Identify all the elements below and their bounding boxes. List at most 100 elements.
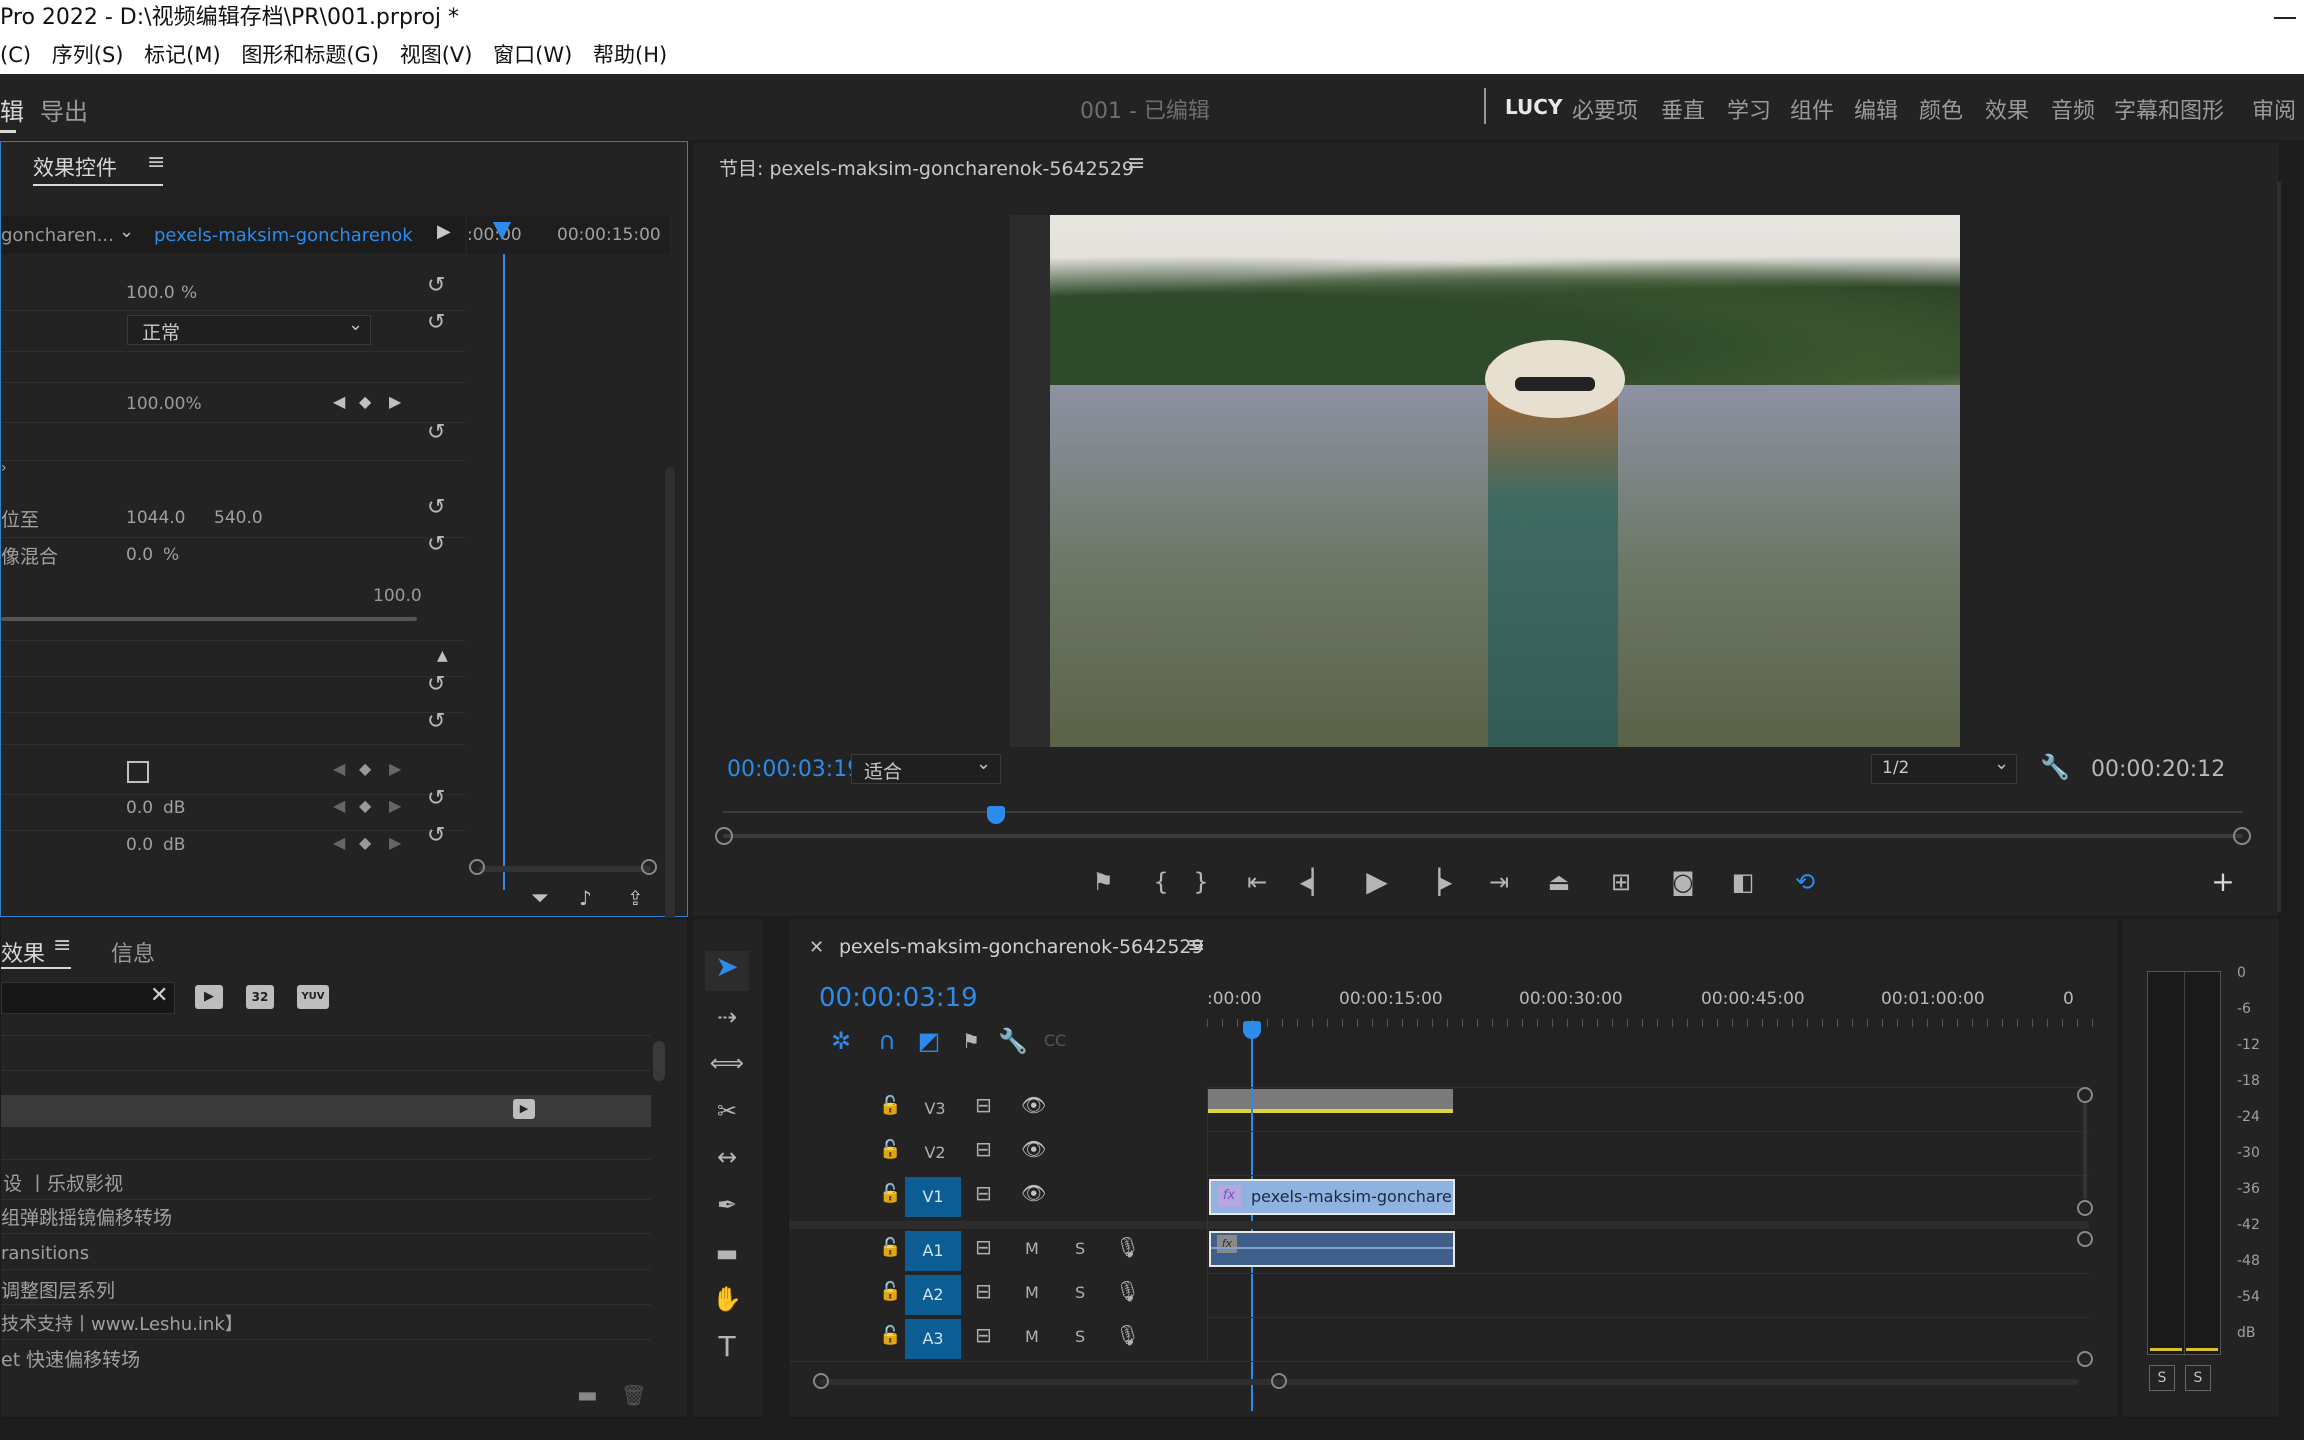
zoom-handle-right[interactable]: [1271, 1373, 1287, 1389]
sync-lock-icon[interactable]: ⊟: [975, 1323, 992, 1347]
tab-effects[interactable]: 效果: [1, 936, 45, 968]
mark-out-icon[interactable]: }: [1185, 866, 1217, 898]
wrench-icon[interactable]: 🔧: [2040, 753, 2070, 781]
prev-keyframe-icon[interactable]: ◀: [333, 392, 345, 411]
type-tool-icon[interactable]: T: [705, 1331, 749, 1363]
prev-keyframe-icon[interactable]: ◀: [333, 759, 345, 778]
timeline-playhead[interactable]: [1243, 1021, 1261, 1039]
track-scroll-handle[interactable]: [2077, 1351, 2093, 1367]
new-folder-icon[interactable]: ▬: [577, 1383, 598, 1408]
microphone-icon[interactable]: 🎙: [1115, 1279, 1140, 1303]
workspace-effects[interactable]: 效果: [1985, 93, 2029, 125]
timeline-ruler[interactable]: :00:00 00:00:15:00 00:00:30:00 00:00:45:…: [1207, 983, 2111, 1113]
add-keyframe-icon[interactable]: ◆: [359, 796, 371, 815]
window-controls[interactable]: [2264, 0, 2304, 36]
volume-level-1[interactable]: 0.0: [126, 798, 153, 818]
bypass-checkbox[interactable]: [127, 761, 149, 783]
blend-slider[interactable]: [1, 617, 417, 621]
sequence-tab[interactable]: pexels-maksim-goncharenok-5642529: [839, 936, 1204, 958]
panel-menu-icon[interactable]: ≡: [1127, 151, 1145, 176]
menu-item-view[interactable]: 视图(V): [400, 43, 473, 67]
selection-tool-icon[interactable]: ➤: [705, 951, 749, 991]
lock-icon[interactable]: 🔓: [879, 1325, 901, 1346]
list-item[interactable]: 技术支持丨www.Leshu.ink】: [1, 1310, 243, 1336]
captions-icon[interactable]: CC: [1039, 1025, 1071, 1057]
camera-icon[interactable]: ◙: [1667, 866, 1699, 898]
timeline-zoom-bar[interactable]: [819, 1379, 2079, 1385]
add-keyframe-icon[interactable]: ◆: [359, 833, 371, 852]
list-item[interactable]: 设 丨乐叔影视: [3, 1169, 123, 1196]
add-keyframe-icon[interactable]: ◆: [359, 759, 371, 778]
audio-only-icon[interactable]: ♪: [579, 886, 592, 910]
menu-item-window[interactable]: 窗口(W): [493, 43, 572, 67]
minimize-icon[interactable]: [2274, 17, 2296, 19]
add-marker-icon[interactable]: ⚑: [1087, 866, 1119, 898]
mark-in-icon[interactable]: {: [1145, 866, 1177, 898]
workspace-captions[interactable]: 字幕和图形: [2114, 93, 2224, 125]
menu-item-clip[interactable]: (C): [0, 43, 31, 67]
list-item[interactable]: ransitions: [1, 1243, 89, 1264]
source-clip-name[interactable]: goncharen...: [1, 225, 114, 246]
reset-icon[interactable]: ↺: [427, 420, 445, 445]
menu-item-help[interactable]: 帮助(H): [593, 43, 667, 67]
mute-button[interactable]: M: [1025, 1283, 1039, 1302]
track-scrollbar[interactable]: [2083, 1103, 2087, 1199]
mini-timeline-ruler[interactable]: :00:00 00:00:15:00: [467, 216, 669, 254]
nest-icon[interactable]: ✲: [825, 1025, 857, 1057]
microphone-icon[interactable]: 🎙: [1115, 1323, 1140, 1347]
step-forward-icon[interactable]: ▕▸: [1421, 866, 1453, 898]
track-label-v3[interactable]: V3: [907, 1089, 963, 1129]
sync-lock-icon[interactable]: ⊟: [975, 1235, 992, 1259]
workspace-review[interactable]: 审阅: [2252, 93, 2296, 125]
sync-lock-icon[interactable]: ⊟: [975, 1137, 992, 1161]
add-keyframe-icon[interactable]: ◆: [359, 392, 371, 411]
position-y[interactable]: 540.0: [214, 508, 263, 528]
scrub-handle-left[interactable]: [715, 827, 733, 845]
razor-icon[interactable]: ✂: [705, 1095, 749, 1127]
32bit-effects-icon[interactable]: 32: [246, 985, 274, 1009]
reset-icon[interactable]: ↺: [427, 495, 445, 520]
track-scroll-handle[interactable]: [2077, 1231, 2093, 1247]
list-item-selected[interactable]: ▶: [1, 1095, 651, 1127]
reset-icon[interactable]: ↺: [427, 532, 445, 557]
panel-menu-icon[interactable]: ≡: [147, 150, 165, 175]
solo-button[interactable]: S: [1075, 1327, 1085, 1346]
lock-icon[interactable]: 🔓: [879, 1237, 901, 1258]
prev-keyframe-icon[interactable]: ◀: [333, 796, 345, 815]
reset-icon[interactable]: ↺: [427, 310, 445, 335]
lock-icon[interactable]: 🔓: [879, 1095, 901, 1116]
resolution-dropdown[interactable]: 1/2 ⌄: [1871, 753, 2017, 784]
reset-icon[interactable]: ↺: [427, 709, 445, 734]
accelerated-effects-icon[interactable]: ▶: [195, 985, 223, 1009]
close-sequence-icon[interactable]: ✕: [809, 937, 824, 958]
reset-icon[interactable]: ↺: [427, 823, 445, 848]
ripple-edit-icon[interactable]: ⟺: [705, 1047, 749, 1079]
next-keyframe-icon[interactable]: ▶: [389, 796, 401, 815]
blend-mode-dropdown[interactable]: 正常 ⌄: [127, 314, 371, 345]
track-label-a1[interactable]: A1: [905, 1231, 961, 1271]
lift-icon[interactable]: ⏏: [1543, 866, 1575, 898]
mute-button[interactable]: M: [1025, 1327, 1039, 1346]
blend-value[interactable]: 0.0: [126, 545, 153, 565]
lock-icon[interactable]: 🔓: [879, 1183, 901, 1204]
track-label-a3[interactable]: A3: [905, 1319, 961, 1359]
comparison-view-icon[interactable]: ◧: [1727, 866, 1759, 898]
eye-icon[interactable]: 👁: [1021, 1093, 1046, 1117]
export-frame-icon[interactable]: ⇪: [627, 886, 644, 910]
speed-value[interactable]: 100.00%: [126, 394, 202, 414]
workspace-editing[interactable]: 编辑: [1854, 93, 1898, 125]
clear-search-icon[interactable]: ✕: [150, 983, 168, 1008]
lock-icon[interactable]: 🔓: [879, 1139, 901, 1160]
solo-button[interactable]: S: [1075, 1283, 1085, 1302]
sync-lock-icon[interactable]: ⊟: [975, 1279, 992, 1303]
playhead-timecode[interactable]: 00:00:03:19: [727, 757, 861, 782]
workspace-vertical[interactable]: 垂直: [1661, 93, 1705, 125]
work-area-bar[interactable]: [1207, 1089, 1453, 1111]
expand-arrow-icon[interactable]: ›: [1, 460, 7, 476]
workspace-lucy[interactable]: LUCY: [1505, 95, 1562, 119]
rectangle-icon[interactable]: ▬: [705, 1237, 749, 1269]
step-back-icon[interactable]: ◂▏: [1299, 866, 1331, 898]
vr-toggle-icon[interactable]: ⟲: [1789, 866, 1821, 898]
pen-icon[interactable]: ✒: [705, 1189, 749, 1221]
track-label-v2[interactable]: V2: [907, 1133, 963, 1173]
